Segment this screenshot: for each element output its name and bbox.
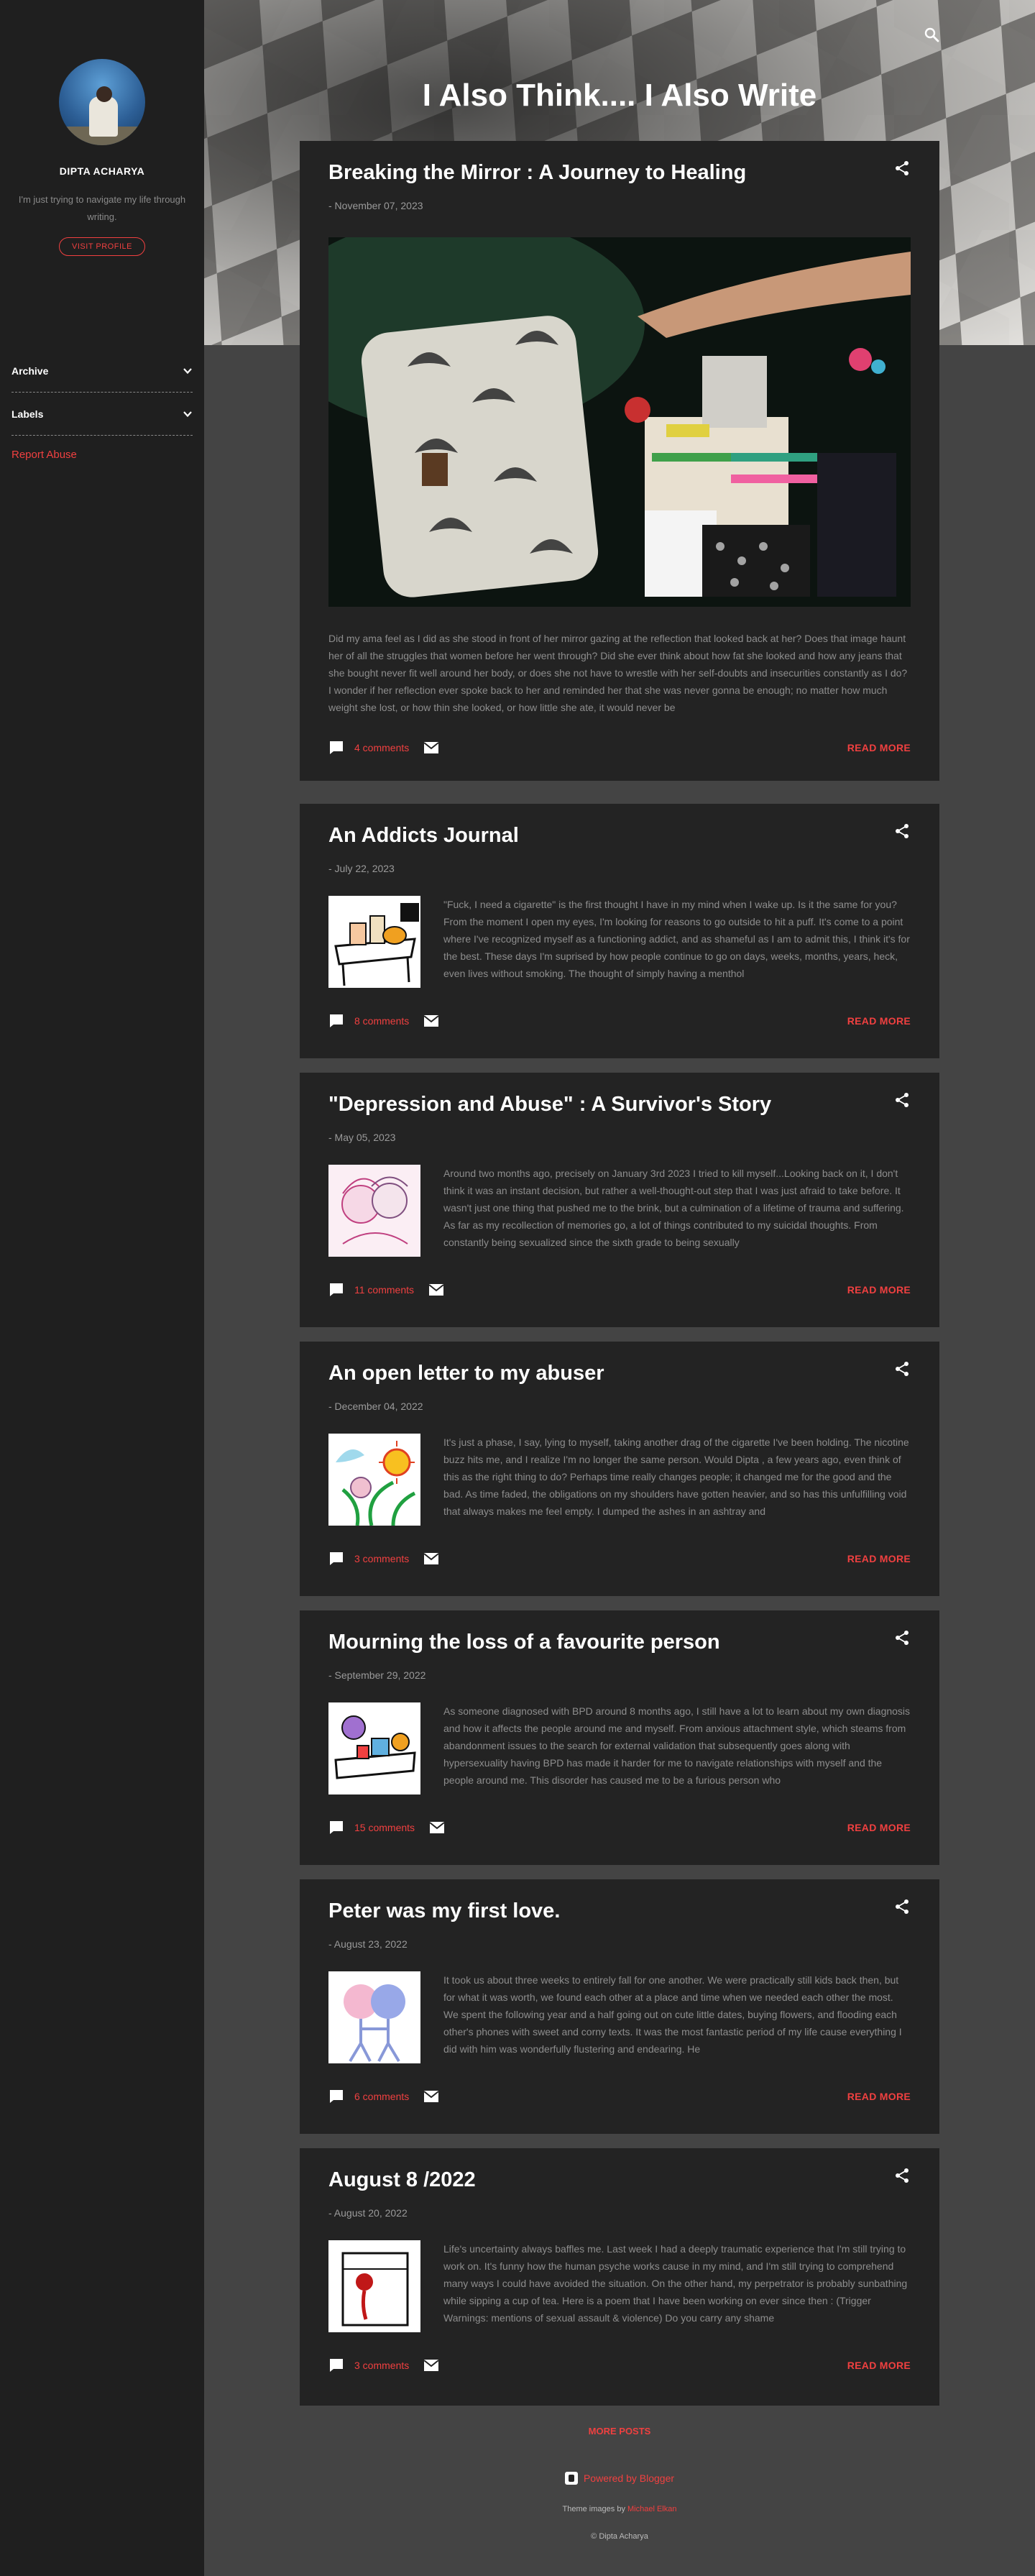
post-footer: 4 comments READ MORE — [328, 739, 911, 756]
copyright: © Dipta Acharya — [591, 2532, 648, 2541]
sidebar-archive-label: Archive — [12, 365, 49, 377]
post-title[interactable]: Mourning the loss of a favourite person — [328, 1631, 720, 1654]
read-more-link[interactable]: READ MORE — [847, 1015, 911, 1027]
share-icon[interactable] — [893, 2167, 911, 2184]
post-card: August 8 /2022 - August 20, 2022 Life's … — [300, 2148, 939, 2406]
mail-icon[interactable] — [423, 1552, 439, 1565]
read-more-link[interactable]: READ MORE — [847, 1553, 911, 1564]
sidebar: DIPTA ACHARYA I'm just trying to navigat… — [0, 0, 204, 2576]
read-more-link[interactable]: READ MORE — [847, 742, 911, 753]
post-thumbnail[interactable] — [328, 1702, 420, 1795]
more-posts-link[interactable]: MORE POSTS — [300, 2426, 939, 2437]
theme-credit: Theme images by Michael Elkan — [300, 2505, 939, 2513]
mail-icon[interactable] — [428, 1283, 444, 1296]
post-title[interactable]: August 8 /2022 — [328, 2168, 476, 2192]
post-snippet: It took us about three weeks to entirely… — [443, 1974, 902, 2055]
post-snippet: As someone diagnosed with BPD around 8 m… — [443, 1705, 911, 1786]
comments-link[interactable]: 15 comments — [354, 1822, 415, 1833]
post-snippet: "Fuck, I need a cigarette" is the first … — [443, 899, 910, 979]
post-title[interactable]: An open letter to my abuser — [328, 1362, 604, 1385]
read-more-link[interactable]: READ MORE — [847, 2091, 911, 2102]
post-date: - August 23, 2022 — [328, 1938, 408, 1950]
post-footer: 15 comments READ MORE — [328, 1819, 911, 1836]
post-title[interactable]: "Depression and Abuse" : A Survivor's St… — [328, 1093, 771, 1117]
post-footer: 3 comments READ MORE — [328, 1550, 911, 1567]
featured-image[interactable] — [328, 237, 911, 607]
read-more-link[interactable]: READ MORE — [847, 2360, 911, 2371]
comment-icon[interactable] — [328, 1013, 344, 1029]
post-thumbnail[interactable] — [328, 1971, 420, 2063]
post-footer: 3 comments READ MORE — [328, 2357, 911, 2374]
share-icon[interactable] — [893, 1360, 911, 1378]
post-date: - December 04, 2022 — [328, 1401, 423, 1412]
post-date: - November 07, 2023 — [328, 200, 423, 211]
comment-icon[interactable] — [328, 1820, 344, 1835]
sidebar-labels[interactable]: Labels — [12, 393, 193, 436]
mail-icon[interactable] — [429, 1821, 445, 1834]
post-title[interactable]: Breaking the Mirror : A Journey to Heali… — [328, 161, 746, 185]
post-card: Mourning the loss of a favourite person … — [300, 1610, 939, 1865]
post-card: Peter was my first love. - August 23, 20… — [300, 1879, 939, 2134]
post-card: "Depression and Abuse" : A Survivor's St… — [300, 1073, 939, 1327]
post-card: An Addicts Journal - July 22, 2023 "Fuck… — [300, 804, 939, 1058]
read-more-link[interactable]: READ MORE — [847, 1822, 911, 1833]
comment-icon[interactable] — [328, 2089, 344, 2104]
chevron-down-icon — [183, 367, 192, 374]
post-date: - September 29, 2022 — [328, 1669, 426, 1681]
comment-icon[interactable] — [328, 1282, 344, 1298]
post-card: Breaking the Mirror : A Journey to Heali… — [300, 141, 939, 781]
comments-link[interactable]: 4 comments — [354, 742, 409, 753]
post-footer: 11 comments READ MORE — [328, 1281, 911, 1298]
post-footer: 6 comments READ MORE — [328, 2088, 911, 2105]
share-icon[interactable] — [893, 1898, 911, 1915]
report-abuse-link[interactable]: Report Abuse — [12, 449, 193, 461]
post-snippet: Life's uncertainty always baffles me. La… — [443, 2243, 908, 2324]
mail-icon[interactable] — [423, 741, 439, 754]
profile-name[interactable]: DIPTA ACHARYA — [12, 165, 193, 177]
mail-icon[interactable] — [423, 2359, 439, 2372]
blogger-icon — [564, 2472, 578, 2485]
post-card: An open letter to my abuser - December 0… — [300, 1342, 939, 1596]
post-thumbnail[interactable] — [328, 1434, 420, 1526]
share-icon[interactable] — [893, 160, 911, 177]
comment-icon[interactable] — [328, 1551, 344, 1567]
post-footer: 8 comments READ MORE — [328, 1012, 911, 1030]
powered-by-label[interactable]: Powered by Blogger — [584, 2472, 674, 2484]
post-date: - May 05, 2023 — [328, 1132, 396, 1143]
post-thumbnail[interactable] — [328, 896, 420, 988]
avatar[interactable] — [59, 59, 145, 145]
powered-by[interactable]: Powered by Blogger — [300, 2472, 939, 2485]
comments-link[interactable]: 6 comments — [354, 2091, 409, 2102]
comment-icon[interactable] — [328, 740, 344, 756]
post-title[interactable]: An Addicts Journal — [328, 824, 519, 848]
blog-title[interactable]: I Also Think.... I Also Write — [204, 78, 1035, 114]
comments-link[interactable]: 3 comments — [354, 2360, 409, 2371]
visit-profile-button[interactable]: VISIT PROFILE — [59, 237, 145, 256]
read-more-link[interactable]: READ MORE — [847, 1284, 911, 1296]
profile-description: I'm just trying to navigate my life thro… — [18, 194, 186, 222]
theme-author-link[interactable]: Michael Elkan — [627, 2505, 676, 2513]
post-date: - August 20, 2022 — [328, 2207, 408, 2219]
comment-icon[interactable] — [328, 2357, 344, 2373]
post-title[interactable]: Peter was my first love. — [328, 1899, 560, 1923]
share-icon[interactable] — [893, 822, 911, 840]
post-date: - July 22, 2023 — [328, 863, 395, 874]
mail-icon[interactable] — [423, 2090, 439, 2103]
share-icon[interactable] — [893, 1091, 911, 1109]
post-snippet: Around two months ago, precisely on Janu… — [443, 1168, 904, 1248]
post-thumbnail[interactable] — [328, 2240, 420, 2332]
post-snippet: Did my ama feel as I did as she stood in… — [328, 633, 908, 713]
post-snippet: It's just a phase, I say, lying to mysel… — [443, 1436, 909, 1517]
comments-link[interactable]: 3 comments — [354, 1553, 409, 1564]
comments-link[interactable]: 8 comments — [354, 1015, 409, 1027]
search-icon[interactable] — [923, 26, 940, 43]
sidebar-labels-label: Labels — [12, 408, 44, 420]
comments-link[interactable]: 11 comments — [354, 1284, 414, 1296]
mail-icon[interactable] — [423, 1014, 439, 1027]
theme-credit-prefix: Theme images by — [562, 2505, 627, 2513]
chevron-down-icon — [183, 411, 192, 417]
sidebar-archive[interactable]: Archive — [12, 349, 193, 393]
share-icon[interactable] — [893, 1629, 911, 1646]
post-thumbnail[interactable] — [328, 1165, 420, 1257]
